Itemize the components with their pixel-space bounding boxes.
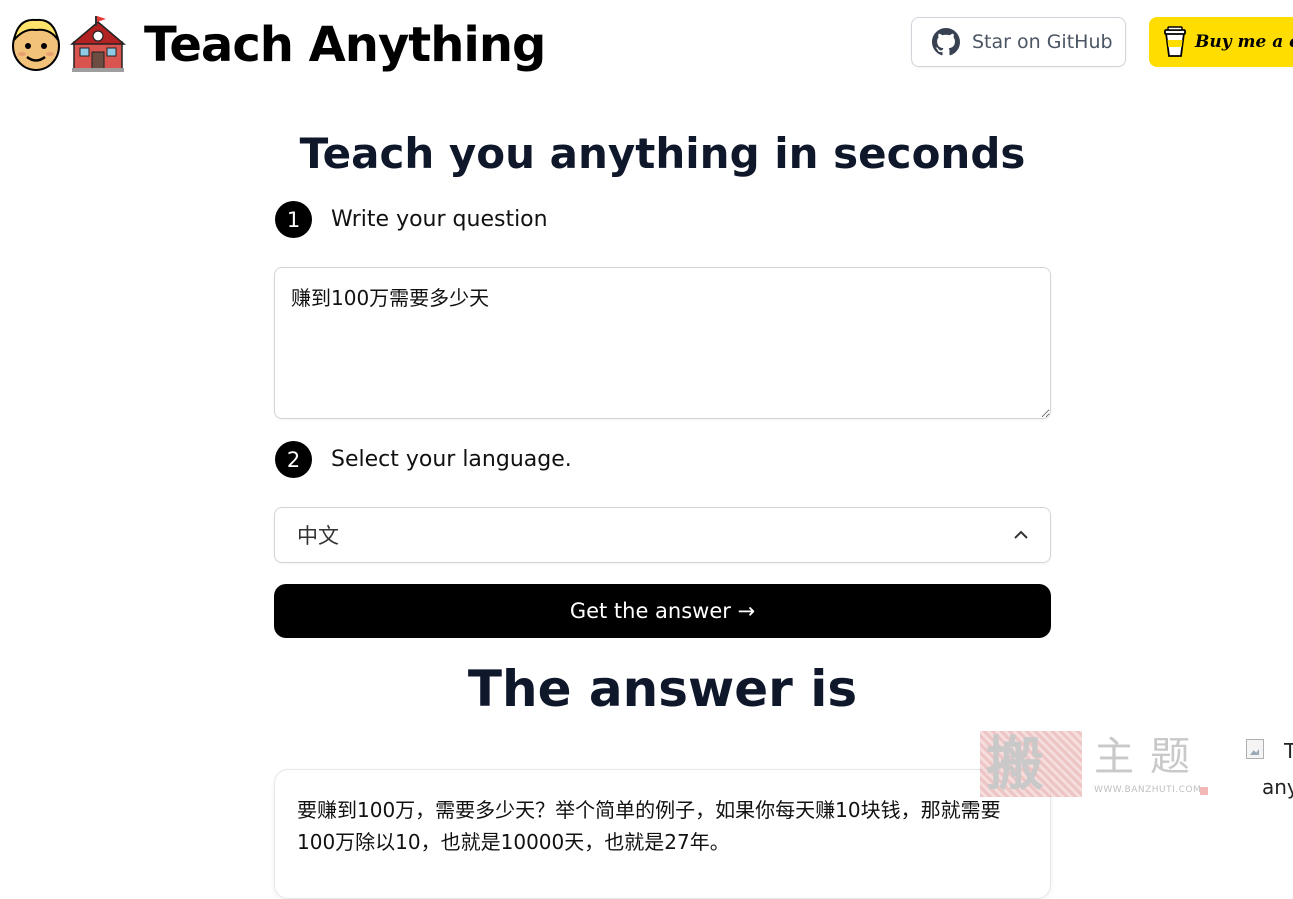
language-selected-value: 中文: [297, 524, 339, 548]
step-1: 1 Write your question: [275, 201, 548, 238]
github-icon: [932, 28, 960, 56]
answer-heading: The answer is: [467, 660, 858, 718]
boy-emoji-icon: [10, 14, 62, 76]
watermark-text: 主题: [1094, 734, 1206, 780]
github-button-label: Star on GitHub: [972, 31, 1113, 53]
school-emoji-icon: [62, 14, 127, 76]
get-answer-button[interactable]: Get the answer →: [274, 584, 1051, 638]
app-title: Teach Anything: [144, 17, 546, 73]
header: Teach Anything Star on GitHub Buy me a c…: [0, 0, 1293, 90]
broken-image-icon: [1246, 739, 1264, 759]
language-select[interactable]: 中文: [274, 507, 1051, 563]
coffee-cup-icon: [1164, 26, 1186, 57]
step-number-badge: 1: [275, 201, 312, 238]
watermark: 搬 主题 WWW.BANZHUTI.COM: [980, 731, 1210, 797]
watermark-url: WWW.BANZHUTI.COM: [1094, 785, 1202, 795]
logo[interactable]: Teach Anything: [10, 14, 546, 76]
step-label: Write your question: [331, 207, 548, 232]
watermark-char: 搬: [986, 730, 1045, 798]
star-on-github-button[interactable]: Star on GitHub: [911, 17, 1126, 67]
broken-image[interactable]: T any: [1246, 739, 1293, 809]
hero-title: Teach you anything in seconds: [299, 129, 1026, 178]
chevron-up-icon: [1014, 530, 1028, 539]
step-2: 2 Select your language.: [275, 441, 572, 478]
broken-image-alt-line2: any: [1262, 775, 1293, 799]
answer-card: 要赚到100万，需要多少天？举个简单的例子，如果你每天赚10块钱，那就需要100…: [274, 769, 1051, 899]
question-textarea[interactable]: [274, 267, 1051, 419]
buy-me-a-coffee-button[interactable]: Buy me a coffee: [1149, 17, 1293, 67]
answer-text: 要赚到100万，需要多少天？举个简单的例子，如果你每天赚10块钱，那就需要100…: [297, 798, 1001, 854]
step-number-badge: 2: [275, 441, 312, 478]
step-label: Select your language.: [331, 447, 572, 472]
broken-image-alt-line1: T: [1284, 739, 1293, 763]
coffee-button-label: Buy me a coffee: [1195, 32, 1293, 52]
watermark-dot: [1200, 787, 1208, 795]
